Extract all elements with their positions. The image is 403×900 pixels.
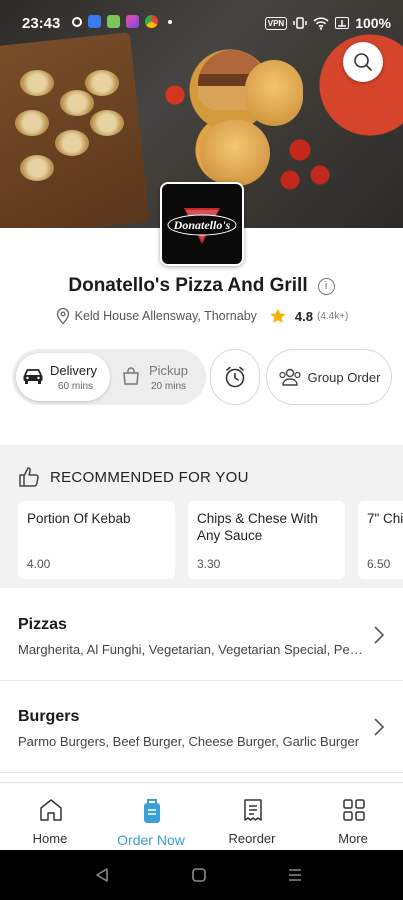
recommended-header: RECOMMENDED FOR YOU (18, 466, 249, 488)
clock-icon (225, 366, 245, 388)
home-circle-icon[interactable] (191, 867, 207, 883)
recommended-item-card[interactable]: Chips & Chese With Any Sauce 3.30 (188, 501, 345, 579)
garlic-bread (90, 110, 124, 136)
chrome-icon (145, 15, 158, 28)
restaurant-address: Keld House Allensway, Thornaby (74, 309, 257, 323)
category-row[interactable]: Burgers Parmo Burgers, Beef Burger, Chee… (0, 681, 403, 773)
vibrate-icon (293, 17, 307, 29)
bun-image (200, 120, 270, 186)
svg-text:Donatello's: Donatello's (173, 218, 231, 232)
category-row[interactable]: Pizzas Margherita, Al Funghi, Vegetarian… (0, 589, 403, 681)
grid-icon (343, 799, 365, 821)
item-price: 4.00 (27, 557, 51, 571)
search-icon (354, 53, 372, 71)
recommended-item-card[interactable]: 7" Chi 6.50 (358, 501, 403, 579)
rating-value: 4.8 (294, 308, 313, 324)
garlic-bread (85, 70, 119, 96)
bottom-navigation: Home Order Now Reorder More (0, 782, 403, 850)
home-icon (40, 799, 62, 821)
item-price: 6.50 (367, 557, 391, 571)
back-icon[interactable] (94, 867, 110, 883)
rating-count: (4.4k+) (316, 310, 349, 322)
garlic-bread (55, 130, 89, 156)
receipt-icon (244, 799, 262, 821)
location-pin-icon (56, 307, 69, 325)
garlic-bread (15, 110, 49, 136)
chevron-right-icon (374, 718, 385, 736)
item-name: 7" Chi (367, 511, 403, 526)
nav-reorder[interactable]: Reorder (202, 783, 302, 851)
recents-icon[interactable] (287, 867, 303, 883)
category-description: Margherita, Al Funghi, Vegetarian, Veget… (18, 642, 363, 657)
battery-level: 100% (355, 15, 391, 31)
pickup-time: 20 mins (151, 381, 187, 392)
item-price: 3.30 (197, 557, 221, 571)
category-title: Burgers (18, 708, 80, 725)
schedule-button[interactable] (210, 349, 260, 405)
item-name: Portion Of Kebab (27, 511, 131, 526)
category-title: Pizzas (18, 616, 67, 633)
category-description: Parmo Burgers, Beef Burger, Cheese Burge… (18, 734, 360, 749)
item-name: Chips & Chese With Any Sauce (197, 511, 318, 543)
signal-icon (335, 17, 350, 29)
nav-order-now-label: Order Now (117, 832, 185, 848)
garlic-bread (20, 155, 54, 181)
search-button[interactable] (343, 42, 383, 82)
nav-home-label: Home (32, 831, 68, 846)
address-rating-row: Keld House Allensway, Thornaby 4.8 (4.4k… (0, 307, 403, 325)
star-icon (270, 308, 286, 323)
nav-more-label: More (338, 831, 368, 846)
nav-more[interactable]: More (303, 783, 403, 851)
status-right: VPN 100% (264, 15, 391, 31)
dot-icon (168, 19, 172, 24)
delivery-label: Delivery (50, 363, 97, 378)
status-bar: 23:43 VPN 100% (0, 0, 403, 48)
wifi-icon (313, 16, 329, 30)
app-icon (126, 15, 139, 28)
thumbs-up-icon (19, 467, 39, 487)
settings-icon (72, 16, 82, 27)
chevron-right-icon (374, 626, 385, 644)
garlic-bread (60, 90, 94, 116)
garlic-bread (20, 70, 54, 96)
restaurant-logo: Donatello's (160, 182, 244, 266)
android-icon (107, 15, 120, 28)
group-order-button[interactable]: Group Order (266, 349, 392, 405)
app-icon (88, 15, 101, 28)
notification-icons (72, 15, 172, 28)
recommended-title: RECOMMENDED FOR YOU (50, 468, 249, 486)
info-icon[interactable]: i (317, 278, 335, 295)
vpn-icon: VPN (264, 16, 288, 30)
group-icon (278, 368, 301, 386)
bun-image (245, 60, 303, 126)
system-navigation-bar (0, 850, 403, 900)
status-time: 23:43 (22, 15, 61, 32)
restaurant-name-text: Donatello's Pizza And Grill (68, 275, 308, 296)
car-icon (23, 369, 43, 384)
recommended-item-card[interactable]: Portion Of Kebab 4.00 (18, 501, 175, 579)
group-order-label: Group Order (307, 369, 381, 385)
nav-reorder-label: Reorder (228, 831, 276, 846)
nav-home[interactable]: Home (0, 783, 100, 851)
donatellos-logo-mark: Donatello's (167, 208, 237, 244)
nav-order-now[interactable]: Order Now (101, 783, 201, 851)
order-bag-icon (144, 799, 160, 823)
restaurant-name: Donatello's Pizza And Grill i (0, 275, 403, 297)
bag-icon (123, 367, 139, 385)
pickup-label: Pickup (149, 363, 189, 378)
delivery-time: 60 mins (58, 381, 94, 392)
